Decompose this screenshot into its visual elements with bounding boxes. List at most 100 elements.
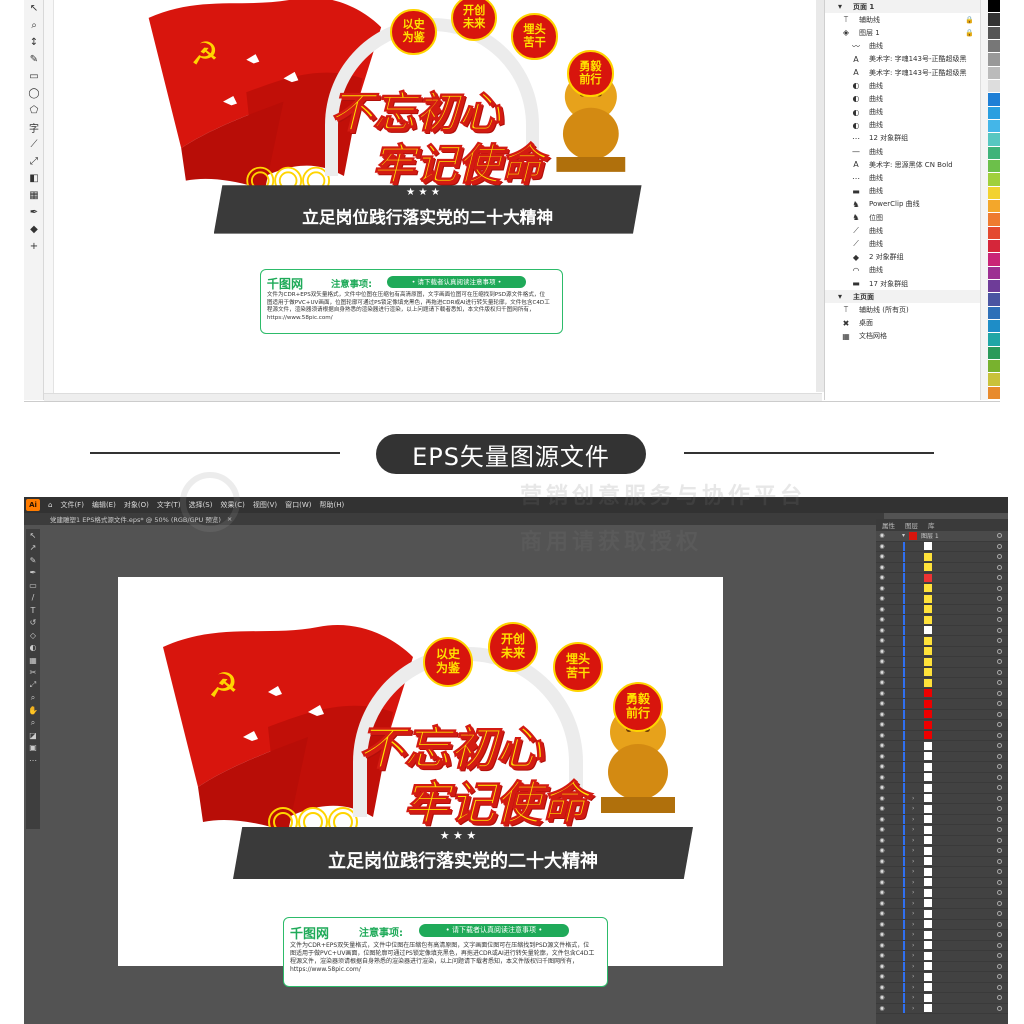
corel-tool-icon[interactable]: ▦ [24, 187, 44, 204]
sublayer-row[interactable]: ◉ [876, 783, 1008, 794]
panel-tab[interactable]: 库 [928, 520, 935, 530]
object-row[interactable]: A 美术字: 思源黑体 CN Bold [825, 158, 980, 171]
sublayer-row[interactable]: ◉ › [876, 930, 1008, 941]
ai-tool-icon[interactable]: ✂ [26, 667, 40, 680]
expand-icon[interactable]: ▾ [833, 292, 847, 301]
ai-tool-icon[interactable]: ✒ [26, 567, 40, 580]
color-swatch[interactable] [988, 266, 1000, 280]
expand-icon[interactable]: › [912, 858, 914, 865]
color-swatch[interactable] [988, 239, 1000, 254]
visibility-eye-icon[interactable]: ◉ [876, 585, 888, 592]
ai-tool-icon[interactable]: ◪ [26, 729, 40, 742]
master-object-row[interactable]: ▦ 文档网格 [825, 330, 980, 343]
sublayer-row[interactable]: ◉ › [876, 972, 1008, 983]
visibility-eye-icon[interactable]: ◉ [876, 721, 888, 728]
corel-horizontal-scrollbar[interactable] [44, 393, 822, 401]
corel-tool-icon[interactable]: ↕ [24, 34, 44, 51]
visibility-eye-icon[interactable]: ◉ [876, 679, 888, 686]
color-swatch[interactable] [988, 93, 1000, 107]
color-swatch[interactable] [988, 386, 1000, 400]
page-node[interactable]: ▾ 页面 1 [825, 0, 980, 14]
visibility-eye-icon[interactable]: ◉ [876, 564, 888, 571]
master-object-row[interactable]: ✖ 桌面 [825, 317, 980, 330]
object-row[interactable]: ◈ 图层 1 🔒 [825, 26, 980, 39]
expand-icon[interactable]: › [912, 837, 914, 844]
layer-target-icon[interactable] [997, 617, 1002, 623]
visibility-eye-icon[interactable]: ◉ [876, 616, 888, 623]
sublayer-row[interactable]: ◉ [876, 741, 1008, 752]
color-swatch[interactable] [988, 279, 1000, 294]
layer-target-icon[interactable] [997, 732, 1002, 738]
sublayer-row[interactable]: ◉ › [876, 898, 1008, 909]
home-icon[interactable]: ⌂ [48, 501, 52, 509]
layer-target-icon[interactable] [997, 837, 1002, 843]
visibility-eye-icon[interactable]: ◉ [876, 973, 888, 980]
sublayer-row[interactable]: ◉ [876, 688, 1008, 699]
expand-icon[interactable]: › [912, 994, 914, 1001]
layer-target-icon[interactable] [997, 795, 1002, 801]
visibility-eye-icon[interactable]: ◉ [876, 921, 888, 928]
layer-target-icon[interactable] [997, 564, 1002, 570]
lock-icon[interactable]: 🔒 [965, 29, 974, 37]
expand-icon[interactable]: › [912, 984, 914, 991]
sublayer-row[interactable]: ◉ › [876, 888, 1008, 899]
layer-target-icon[interactable] [997, 942, 1002, 948]
sublayer-row[interactable]: ◉ › [876, 940, 1008, 951]
sublayer-row[interactable]: ◉ [876, 699, 1008, 710]
layer-target-icon[interactable] [997, 722, 1002, 728]
visibility-eye-icon[interactable]: ◉ [876, 669, 888, 676]
layer-target-icon[interactable] [997, 995, 1002, 1001]
sublayer-row[interactable]: ◉ [876, 667, 1008, 678]
visibility-eye-icon[interactable]: ◉ [876, 700, 888, 707]
layer-target-icon[interactable] [997, 648, 1002, 654]
layer-row-main[interactable]: ◉ ▾ 图层 1 [876, 531, 1008, 542]
corel-tool-icon[interactable]: ✎ [24, 51, 44, 68]
corel-tool-icon[interactable]: + [24, 238, 44, 255]
sublayer-row[interactable]: ◉ › [876, 909, 1008, 920]
corel-tool-icon[interactable]: ◯ [24, 85, 44, 102]
visibility-eye-icon[interactable]: ◉ [876, 889, 888, 896]
color-swatch[interactable] [988, 79, 1000, 94]
sublayer-row[interactable]: ◉ › [876, 804, 1008, 815]
layer-target-icon[interactable] [997, 638, 1002, 644]
sublayer-row[interactable]: ◉ [876, 751, 1008, 762]
sublayer-row[interactable]: ◉ › [876, 877, 1008, 888]
sublayer-row[interactable]: ◉ [876, 562, 1008, 573]
sublayer-row[interactable]: ◉ [876, 730, 1008, 741]
layer-target-icon[interactable] [997, 533, 1002, 539]
layer-target-icon[interactable] [997, 743, 1002, 749]
visibility-eye-icon[interactable]: ◉ [876, 627, 888, 634]
layer-target-icon[interactable] [997, 669, 1002, 675]
layer-target-icon[interactable] [997, 848, 1002, 854]
layer-target-icon[interactable] [997, 953, 1002, 959]
ai-tool-icon[interactable]: ▦ [26, 654, 40, 667]
object-row[interactable]: ⟋ 曲线 [825, 224, 980, 237]
visibility-eye-icon[interactable]: ◉ [876, 784, 888, 791]
panel-tab[interactable]: 图层 [905, 520, 918, 530]
layer-target-icon[interactable] [997, 753, 1002, 759]
layer-target-icon[interactable] [997, 554, 1002, 560]
layer-target-icon[interactable] [997, 900, 1002, 906]
sublayer-row[interactable]: ◉ › [876, 919, 1008, 930]
color-swatch[interactable] [988, 39, 1000, 54]
visibility-eye-icon[interactable]: ◉ [876, 837, 888, 844]
object-row[interactable]: ♞ 位图 [825, 211, 980, 224]
visibility-eye-icon[interactable]: ◉ [876, 963, 888, 970]
expand-icon[interactable]: › [912, 879, 914, 886]
color-swatch[interactable] [988, 173, 1000, 187]
color-swatch[interactable] [988, 186, 1000, 200]
visibility-eye-icon[interactable]: ◉ [876, 847, 888, 854]
expand-icon[interactable]: › [912, 931, 914, 938]
ai-tool-icon[interactable]: ↖ [26, 529, 40, 542]
sublayer-row[interactable]: ◉ [876, 604, 1008, 615]
visibility-eye-icon[interactable]: ◉ [876, 1005, 888, 1012]
menu-item[interactable]: 文字(T) [157, 500, 181, 510]
object-row[interactable]: A 美术字: 字魂143号-正酷超级黑 [825, 53, 980, 66]
visibility-eye-icon[interactable]: ◉ [876, 900, 888, 907]
corel-tool-icon[interactable]: 字 [24, 119, 44, 136]
object-row[interactable]: ◠ 曲线 [825, 264, 980, 277]
master-object-row[interactable]: ⟙ 辅助线 (所有页) [825, 303, 980, 316]
color-swatch[interactable] [988, 306, 1000, 320]
panel-tab[interactable]: 属性 [882, 520, 895, 530]
layer-target-icon[interactable] [997, 701, 1002, 707]
